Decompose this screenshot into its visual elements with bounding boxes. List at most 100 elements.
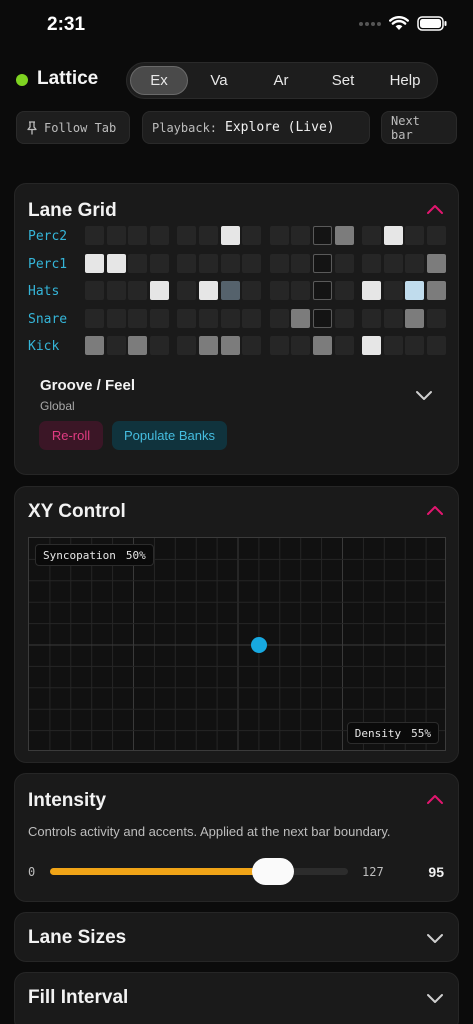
chevron-up-icon[interactable] (426, 203, 444, 215)
step-cell[interactable] (269, 336, 289, 355)
step-cell[interactable] (427, 281, 446, 300)
step-cell[interactable] (383, 336, 403, 355)
playback-mode-button[interactable]: Playback: Explore (Live) (142, 111, 370, 144)
fill-interval-card[interactable]: Fill Interval (14, 972, 459, 1024)
step-cell[interactable] (334, 281, 354, 300)
tab-ar[interactable]: Ar (250, 66, 312, 95)
xy-pad[interactable]: Syncopation 50% Density 55% (28, 537, 446, 751)
chevron-up-icon[interactable] (426, 504, 444, 516)
step-cell[interactable] (362, 336, 382, 355)
populate-banks-button[interactable]: Populate Banks (112, 421, 227, 450)
lane-sizes-card[interactable]: Lane Sizes (14, 912, 459, 962)
step-cell[interactable] (85, 281, 104, 300)
step-cell[interactable] (362, 253, 382, 273)
intensity-slider[interactable] (50, 858, 348, 885)
step-cell[interactable] (220, 336, 240, 355)
tab-set[interactable]: Set (312, 66, 374, 95)
step-cell[interactable] (199, 281, 218, 300)
step-cell[interactable] (291, 308, 311, 328)
step-cell[interactable] (427, 308, 446, 328)
step-cell[interactable] (405, 226, 425, 245)
xy-handle[interactable] (250, 637, 267, 653)
step-cell[interactable] (334, 336, 354, 355)
step-cell[interactable] (177, 253, 197, 273)
step-cell[interactable] (334, 253, 354, 273)
step-cell[interactable] (405, 336, 425, 355)
step-cell[interactable] (242, 281, 262, 300)
step-cell[interactable] (128, 336, 148, 355)
step-cell[interactable] (269, 281, 289, 300)
step-cell[interactable] (427, 336, 446, 355)
step-cell[interactable] (427, 253, 446, 273)
step-cell[interactable] (383, 226, 403, 245)
step-cell[interactable] (85, 336, 104, 355)
step-cell[interactable] (106, 226, 126, 245)
slider-thumb[interactable] (251, 858, 294, 885)
step-cell[interactable] (199, 253, 218, 273)
step-cell[interactable] (269, 226, 289, 245)
step-cell[interactable] (85, 308, 104, 328)
next-bar-button[interactable]: Next bar (381, 111, 457, 144)
step-cell[interactable] (313, 336, 332, 355)
step-cell[interactable] (106, 308, 126, 328)
step-cell[interactable] (362, 308, 382, 328)
step-cell[interactable] (242, 308, 262, 328)
step-cell[interactable] (177, 281, 197, 300)
step-cell[interactable] (128, 253, 148, 273)
step-cell[interactable] (128, 226, 148, 245)
step-cell[interactable] (106, 253, 126, 273)
step-cell[interactable] (149, 336, 169, 355)
step-cell[interactable] (220, 253, 240, 273)
step-cell[interactable] (313, 308, 332, 328)
chevron-up-icon[interactable] (426, 793, 444, 805)
step-cell[interactable] (291, 281, 311, 300)
step-cell[interactable] (269, 253, 289, 273)
chevron-down-icon[interactable] (415, 389, 433, 401)
tab-help[interactable]: Help (374, 66, 436, 95)
chevron-down-icon[interactable] (426, 992, 444, 1004)
step-cell[interactable] (362, 226, 382, 245)
step-cell[interactable] (405, 308, 425, 328)
step-cell[interactable] (313, 281, 332, 300)
tab-va[interactable]: Va (188, 66, 250, 95)
step-cell[interactable] (313, 226, 332, 245)
step-cell[interactable] (149, 308, 169, 328)
step-cell[interactable] (242, 253, 262, 273)
step-cell[interactable] (383, 308, 403, 328)
step-cell[interactable] (383, 281, 403, 300)
step-cell[interactable] (313, 253, 332, 273)
step-cell[interactable] (220, 308, 240, 328)
step-cell[interactable] (149, 281, 169, 300)
step-cell[interactable] (85, 253, 104, 273)
step-cell[interactable] (362, 281, 382, 300)
step-cell[interactable] (106, 281, 126, 300)
step-cell[interactable] (199, 226, 218, 245)
step-cell[interactable] (405, 281, 425, 300)
step-cell[interactable] (85, 226, 104, 245)
follow-tab-button[interactable]: Follow Tab (16, 111, 130, 144)
reroll-button[interactable]: Re-roll (39, 421, 103, 450)
step-cell[interactable] (291, 336, 311, 355)
step-cell[interactable] (427, 226, 446, 245)
step-cell[interactable] (383, 253, 403, 273)
step-cell[interactable] (334, 226, 354, 245)
step-cell[interactable] (177, 336, 197, 355)
step-cell[interactable] (291, 253, 311, 273)
step-cell[interactable] (128, 281, 148, 300)
step-cell[interactable] (177, 226, 197, 245)
step-cell[interactable] (220, 281, 240, 300)
step-cell[interactable] (405, 253, 425, 273)
chevron-down-icon[interactable] (426, 932, 444, 944)
step-cell[interactable] (149, 253, 169, 273)
step-cell[interactable] (106, 336, 126, 355)
tab-ex[interactable]: Ex (130, 66, 188, 95)
step-cell[interactable] (334, 308, 354, 328)
step-cell[interactable] (291, 226, 311, 245)
step-cell[interactable] (199, 336, 218, 355)
step-cell[interactable] (149, 226, 169, 245)
step-cell[interactable] (199, 308, 218, 328)
step-cell[interactable] (220, 226, 240, 245)
step-cell[interactable] (242, 336, 262, 355)
step-cell[interactable] (177, 308, 197, 328)
step-cell[interactable] (128, 308, 148, 328)
